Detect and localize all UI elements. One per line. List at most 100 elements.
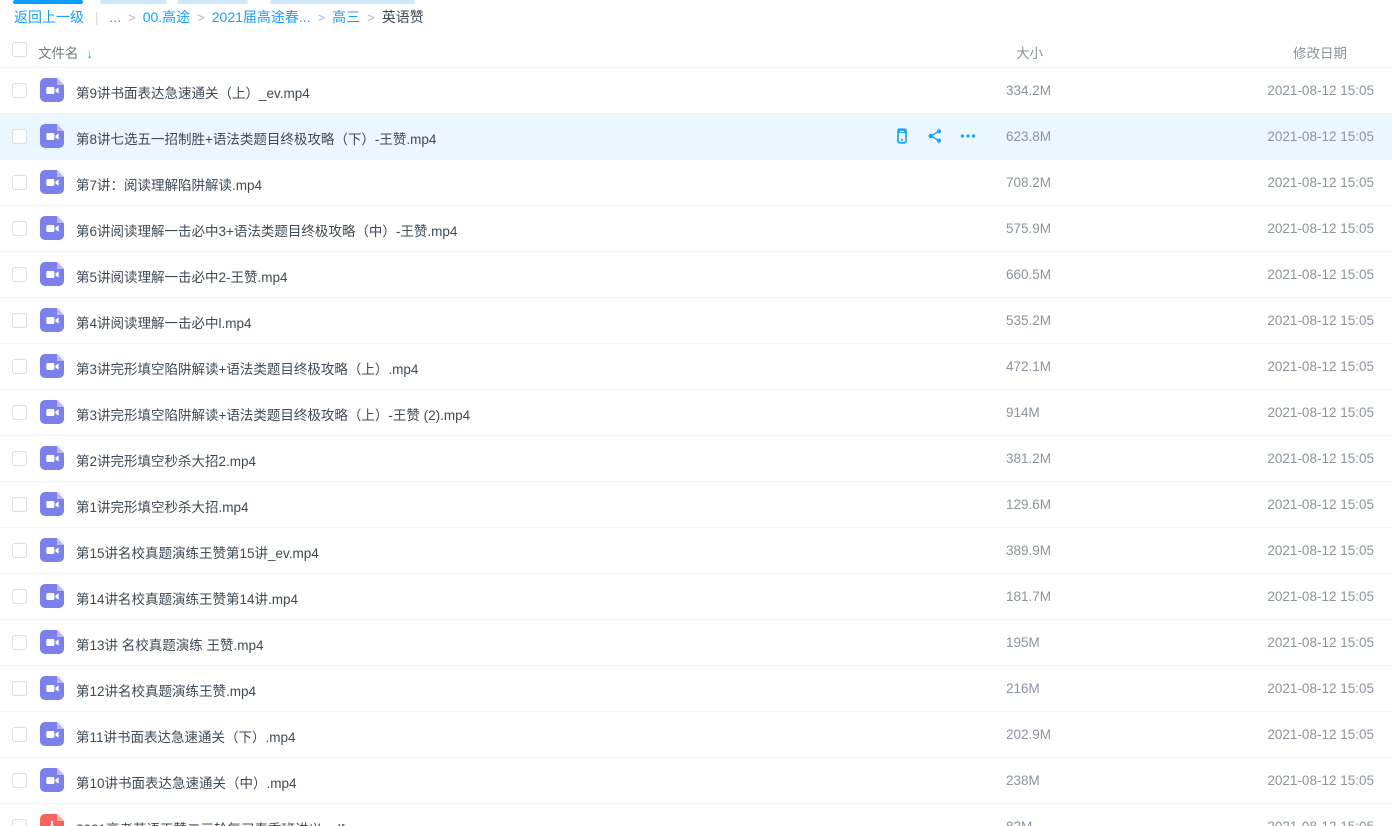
row-checkbox[interactable] [12, 635, 27, 650]
breadcrumb-separator: > [318, 10, 326, 25]
table-row[interactable]: 第7讲：阅读理解陷阱解读.mp4 708.2M 2021-08-12 15:05 [0, 160, 1392, 206]
file-name-link[interactable]: 第9讲书面表达急速通关（上）_ev.mp4 [76, 82, 310, 102]
file-name-link[interactable]: 第13讲 名校真题演练 王赞.mp4 [76, 634, 264, 654]
row-checkbox[interactable] [12, 681, 27, 696]
table-row[interactable]: 第2讲完形填空秒杀大招2.mp4 381.2M 2021-08-12 15:05 [0, 436, 1392, 482]
table-row[interactable]: 第3讲完形填空陷阱解读+语法类题目终极攻略（上）-王赞 (2).mp4 914M… [0, 390, 1392, 436]
row-checkbox[interactable] [12, 359, 27, 374]
row-checkbox[interactable] [12, 819, 27, 826]
file-modified-date: 2021-08-12 15:05 [1267, 497, 1374, 512]
row-checkbox[interactable] [12, 267, 27, 282]
video-file-icon [40, 262, 64, 286]
breadcrumb-back-link[interactable]: 返回上一级 [14, 9, 84, 25]
row-checkbox[interactable] [12, 589, 27, 604]
table-row[interactable]: 第11讲书面表达急速通关（下）.mp4 202.9M 2021-08-12 15… [0, 712, 1392, 758]
breadcrumb-item-current: 英语赞 [382, 9, 424, 25]
file-size: 623.8M [1006, 129, 1051, 144]
file-modified-date: 2021-08-12 15:05 [1267, 819, 1374, 826]
select-all-checkbox[interactable] [12, 42, 27, 57]
file-name-link[interactable]: 第14讲名校真题演练王赞第14讲.mp4 [76, 588, 298, 608]
row-checkbox[interactable] [12, 83, 27, 98]
file-name-link[interactable]: 第1讲完形填空秒杀大招.mp4 [76, 496, 249, 516]
row-checkbox[interactable] [12, 175, 27, 190]
video-file-icon [40, 538, 64, 562]
file-manager-page: 返回上一级 | ...>00.高途>2021届高途春...>高三>英语赞 文件名… [0, 0, 1392, 826]
table-row[interactable]: 第3讲完形填空陷阱解读+语法类题目终极攻略（上）.mp4 472.1M 2021… [0, 344, 1392, 390]
share-icon[interactable] [926, 127, 944, 145]
tab-indicator[interactable] [177, 0, 248, 4]
file-name-link[interactable]: 第10讲书面表达急速通关（中）.mp4 [76, 772, 297, 792]
file-name-link[interactable]: 第6讲阅读理解一击必中3+语法类题目终极攻略（中）-王赞.mp4 [76, 220, 457, 240]
phone-icon[interactable] [893, 127, 911, 145]
file-name-link[interactable]: 第11讲书面表达急速通关（下）.mp4 [76, 726, 296, 746]
tab-indicator[interactable] [100, 0, 167, 4]
file-name-link[interactable]: 第15讲名校真题演练王赞第15讲_ev.mp4 [76, 542, 319, 562]
table-row[interactable]: 第15讲名校真题演练王赞第15讲_ev.mp4 389.9M 2021-08-1… [0, 528, 1392, 574]
row-checkbox[interactable] [12, 129, 27, 144]
file-name-link[interactable]: 第4讲阅读理解一击必中l.mp4 [76, 312, 252, 332]
column-header-date[interactable]: 修改日期 [1293, 42, 1347, 62]
table-header: 文件名 ↓ 大小 修改日期 [0, 34, 1392, 68]
file-size: 660.5M [1006, 267, 1051, 282]
breadcrumb-item[interactable]: ... [109, 9, 121, 25]
column-header-filename-label: 文件名 [38, 46, 79, 61]
video-file-icon [40, 446, 64, 470]
row-checkbox[interactable] [12, 727, 27, 742]
table-row[interactable]: 第4讲阅读理解一击必中l.mp4 535.2M 2021-08-12 15:05 [0, 298, 1392, 344]
sort-desc-icon[interactable]: ↓ [87, 46, 94, 61]
file-name-link[interactable]: 第5讲阅读理解一击必中2-王赞.mp4 [76, 266, 288, 286]
file-size: 238M [1006, 773, 1040, 788]
table-row[interactable]: 第14讲名校真题演练王赞第14讲.mp4 181.7M 2021-08-12 1… [0, 574, 1392, 620]
video-file-icon [40, 400, 64, 424]
tab-indicator[interactable] [270, 0, 415, 4]
file-name-link[interactable]: 第7讲：阅读理解陷阱解读.mp4 [76, 174, 262, 194]
file-modified-date: 2021-08-12 15:05 [1267, 681, 1374, 696]
file-modified-date: 2021-08-12 15:05 [1267, 727, 1374, 742]
video-file-icon [40, 308, 64, 332]
table-row[interactable]: 第1讲完形填空秒杀大招.mp4 129.6M 2021-08-12 15:05 [0, 482, 1392, 528]
file-size: 575.9M [1006, 221, 1051, 236]
video-file-icon [40, 492, 64, 516]
column-header-size[interactable]: 大小 [1016, 42, 1043, 62]
row-checkbox[interactable] [12, 451, 27, 466]
file-modified-date: 2021-08-12 15:05 [1267, 313, 1374, 328]
tab-indicator-active[interactable] [13, 0, 83, 4]
table-row[interactable]: 第6讲阅读理解一击必中3+语法类题目终极攻略（中）-王赞.mp4 575.9M … [0, 206, 1392, 252]
file-size: 914M [1006, 405, 1040, 420]
breadcrumb-divider: | [95, 9, 99, 25]
file-size: 389.9M [1006, 543, 1051, 558]
breadcrumb-separator: > [367, 10, 375, 25]
file-name-link[interactable]: 第12讲名校真题演练王赞.mp4 [76, 680, 256, 700]
video-file-icon [40, 78, 64, 102]
file-name-link[interactable]: 第3讲完形填空陷阱解读+语法类题目终极攻略（上）.mp4 [76, 358, 418, 378]
file-name-link[interactable]: 2021高考英语王赞二三轮复习春季班讲义.pdf [76, 818, 345, 826]
table-row[interactable]: 第13讲 名校真题演练 王赞.mp4 195M 2021-08-12 15:05 [0, 620, 1392, 666]
breadcrumb-item[interactable]: 00.高途 [143, 9, 190, 25]
breadcrumb-item[interactable]: 2021届高途春... [212, 9, 311, 25]
file-modified-date: 2021-08-12 15:05 [1267, 83, 1374, 98]
table-row[interactable]: 第8讲七选五一招制胜+语法类题目终极攻略（下）-王赞.mp4 [0, 114, 1392, 160]
row-checkbox[interactable] [12, 313, 27, 328]
more-icon[interactable] [959, 127, 977, 145]
file-modified-date: 2021-08-12 15:05 [1267, 359, 1374, 374]
table-row[interactable]: 人 2021高考英语王赞二三轮复习春季班讲义.pdf 82M 2021-08-1… [0, 804, 1392, 826]
file-name-link[interactable]: 第2讲完形填空秒杀大招2.mp4 [76, 450, 256, 470]
column-header-filename[interactable]: 文件名 ↓ [38, 42, 93, 62]
breadcrumb-item[interactable]: 高三 [332, 9, 360, 25]
row-checkbox[interactable] [12, 405, 27, 420]
file-name-link[interactable]: 第8讲七选五一招制胜+语法类题目终极攻略（下）-王赞.mp4 [76, 128, 436, 148]
table-row[interactable]: 第10讲书面表达急速通关（中）.mp4 238M 2021-08-12 15:0… [0, 758, 1392, 804]
video-file-icon [40, 216, 64, 240]
row-checkbox[interactable] [12, 543, 27, 558]
pdf-file-icon: 人 [40, 814, 64, 826]
table-row[interactable]: 第12讲名校真题演练王赞.mp4 216M 2021-08-12 15:05 [0, 666, 1392, 712]
row-checkbox[interactable] [12, 221, 27, 236]
row-checkbox[interactable] [12, 773, 27, 788]
file-table-body: 第9讲书面表达急速通关（上）_ev.mp4 334.2M 2021-08-12 … [0, 68, 1392, 826]
row-checkbox[interactable] [12, 497, 27, 512]
file-name-link[interactable]: 第3讲完形填空陷阱解读+语法类题目终极攻略（上）-王赞 (2).mp4 [76, 404, 470, 424]
table-row[interactable]: 第9讲书面表达急速通关（上）_ev.mp4 334.2M 2021-08-12 … [0, 68, 1392, 114]
table-row[interactable]: 第5讲阅读理解一击必中2-王赞.mp4 660.5M 2021-08-12 15… [0, 252, 1392, 298]
file-modified-date: 2021-08-12 15:05 [1267, 221, 1374, 236]
file-modified-date: 2021-08-12 15:05 [1267, 129, 1374, 144]
